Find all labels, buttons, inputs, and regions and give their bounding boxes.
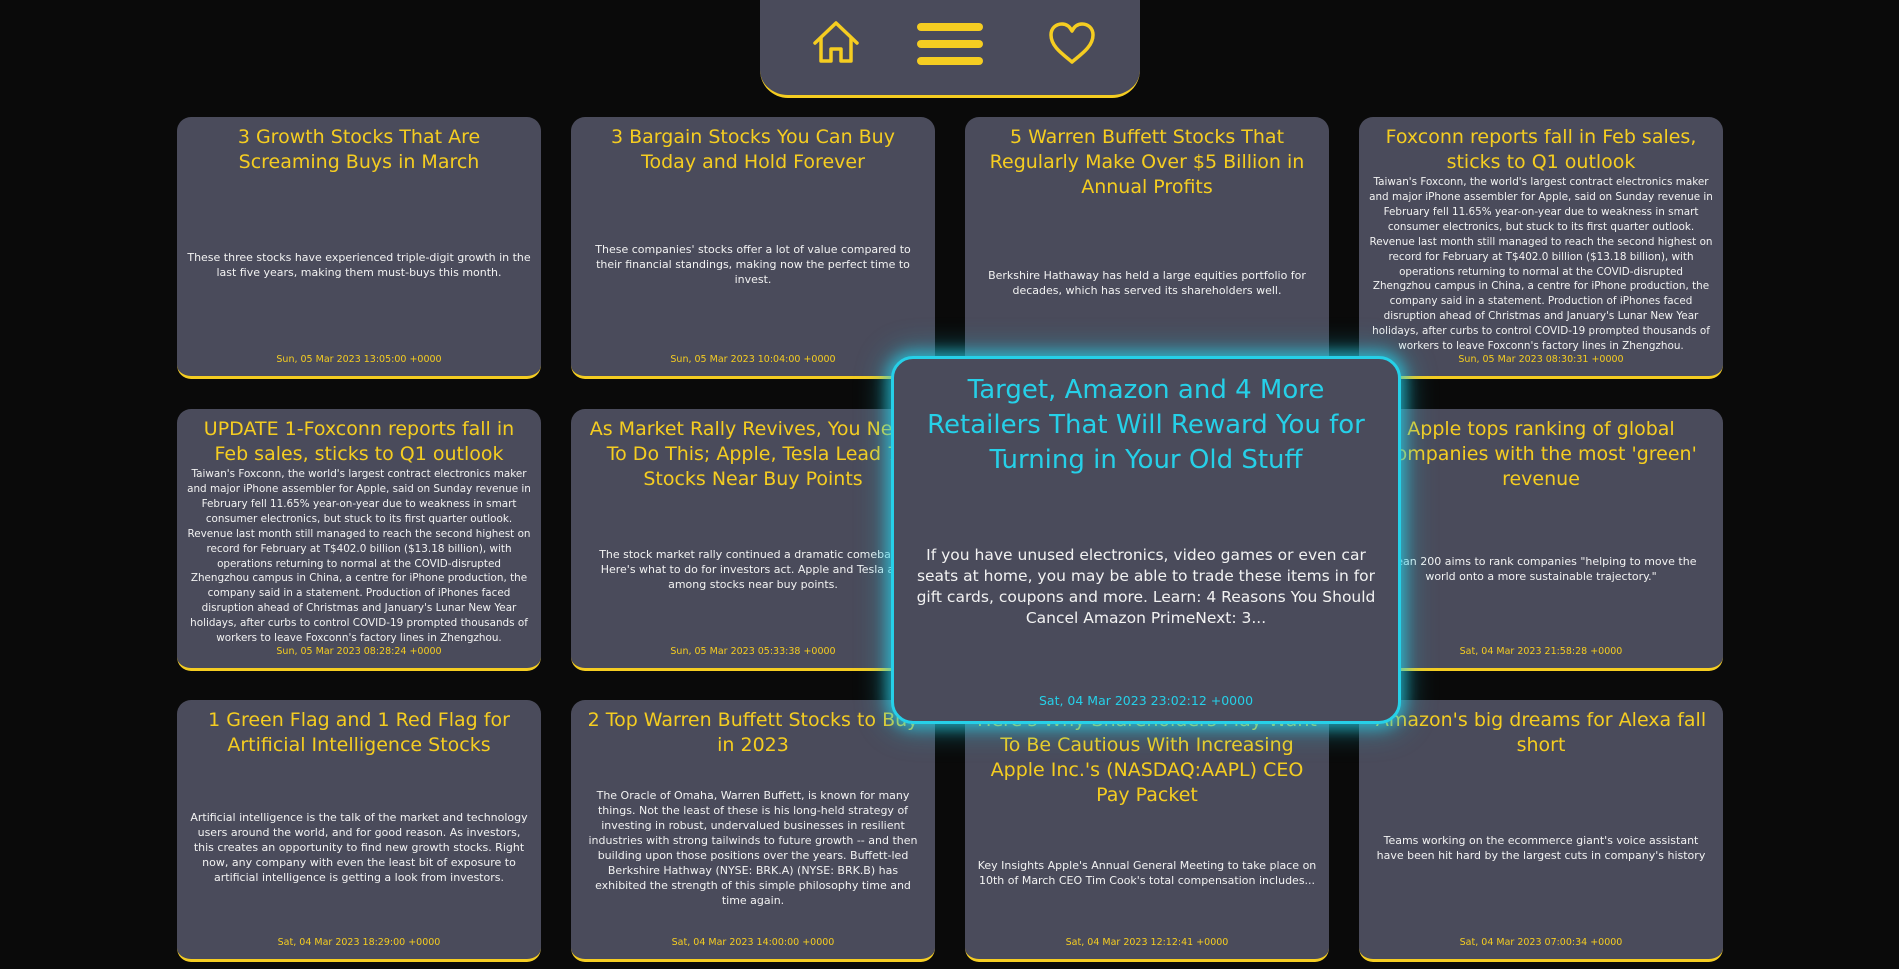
news-card[interactable]: 3 Bargain Stocks You Can Buy Today and H… <box>571 117 935 379</box>
card-description: Key Insights Apple's Annual General Meet… <box>977 858 1317 887</box>
card-description: Berkshire Hathaway has held a large equi… <box>988 269 1306 297</box>
card-date: Sun, 05 Mar 2023 08:30:31 +0000 <box>1458 354 1624 365</box>
heart-icon <box>1049 22 1095 64</box>
news-card[interactable]: Foxconn reports fall in Feb sales, stick… <box>1359 117 1723 379</box>
card-title: 1 Green Flag and 1 Red Flag for Artifici… <box>208 709 510 756</box>
card-title: Amazon's big dreams for Alexa fall short <box>1375 709 1707 756</box>
card-date: Sun, 05 Mar 2023 13:05:00 +0000 <box>276 354 442 365</box>
card-description: Artificial intelligence is the talk of t… <box>190 811 528 884</box>
card-description: These companies' stocks offer a lot of v… <box>595 243 911 286</box>
card-description: Taiwan's Foxconn, the world's largest co… <box>187 468 531 645</box>
card-description: These three stocks have experienced trip… <box>187 250 531 279</box>
card-description: The stock market rally continued a drama… <box>599 547 907 591</box>
card-description: The Oracle of Omaha, Warren Buffett, is … <box>588 788 918 907</box>
news-card[interactable]: Amazon's big dreams for Alexa fall short… <box>1359 700 1723 962</box>
news-card[interactable]: UPDATE 1-Foxconn reports fall in Feb sal… <box>177 409 541 671</box>
card-description: If you have unused electronics, video ga… <box>916 545 1376 627</box>
card-date: Sun, 05 Mar 2023 05:33:38 +0000 <box>670 646 836 657</box>
news-card[interactable]: As Market Rally Revives, You Need To Do … <box>571 409 935 671</box>
card-date: Sat, 04 Mar 2023 14:00:00 +0000 <box>671 937 835 948</box>
menu-icon <box>917 23 983 65</box>
card-title: Foxconn reports fall in Feb sales, stick… <box>1385 126 1697 173</box>
card-date: Sat, 04 Mar 2023 07:00:34 +0000 <box>1459 937 1623 948</box>
news-card[interactable]: Here's Why Shareholders May Want To Be C… <box>965 700 1329 962</box>
card-date: Sun, 05 Mar 2023 10:04:00 +0000 <box>670 354 836 365</box>
card-date: Sat, 04 Mar 2023 18:29:00 +0000 <box>277 937 441 948</box>
news-card[interactable]: 2 Top Warren Buffett Stocks to Buy in 20… <box>571 700 935 962</box>
card-date: Sun, 05 Mar 2023 08:28:24 +0000 <box>276 646 442 657</box>
card-date: Sat, 04 Mar 2023 12:12:41 +0000 <box>1065 937 1229 948</box>
top-nav <box>760 0 1140 98</box>
card-description: Taiwan's Foxconn, the world's largest co… <box>1369 176 1713 353</box>
card-description: Clean 200 aims to rank companies "helpin… <box>1385 555 1697 583</box>
card-date: Sat, 04 Mar 2023 21:58:28 +0000 <box>1459 646 1623 657</box>
card-date: Sat, 04 Mar 2023 23:02:12 +0000 <box>1038 693 1254 708</box>
menu-button[interactable] <box>915 16 985 72</box>
card-title: UPDATE 1-Foxconn reports fall in Feb sal… <box>203 418 515 465</box>
card-title: 3 Bargain Stocks You Can Buy Today and H… <box>611 126 895 173</box>
news-card[interactable]: 5 Warren Buffett Stocks That Regularly M… <box>965 117 1329 379</box>
card-title: As Market Rally Revives, You Need To Do … <box>589 418 917 490</box>
card-title: Apple tops ranking of global companies w… <box>1385 418 1697 490</box>
home-icon <box>813 21 859 63</box>
card-title: 2 Top Warren Buffett Stocks to Buy in 20… <box>587 709 919 756</box>
news-card[interactable]: 3 Growth Stocks That Are Screaming Buys … <box>177 117 541 379</box>
focused-news-card[interactable]: Target, Amazon and 4 More Retailers That… <box>891 356 1401 724</box>
card-title: Target, Amazon and 4 More Retailers That… <box>927 375 1365 475</box>
news-card[interactable]: Apple tops ranking of global companies w… <box>1359 409 1723 671</box>
favorites-button[interactable] <box>1044 16 1100 72</box>
news-card[interactable]: 1 Green Flag and 1 Red Flag for Artifici… <box>177 700 541 962</box>
card-title: 5 Warren Buffett Stocks That Regularly M… <box>989 126 1305 198</box>
card-title: 3 Growth Stocks That Are Screaming Buys … <box>237 126 481 173</box>
home-button[interactable] <box>808 16 864 72</box>
card-description: Teams working on the ecommerce giant's v… <box>1376 833 1706 862</box>
